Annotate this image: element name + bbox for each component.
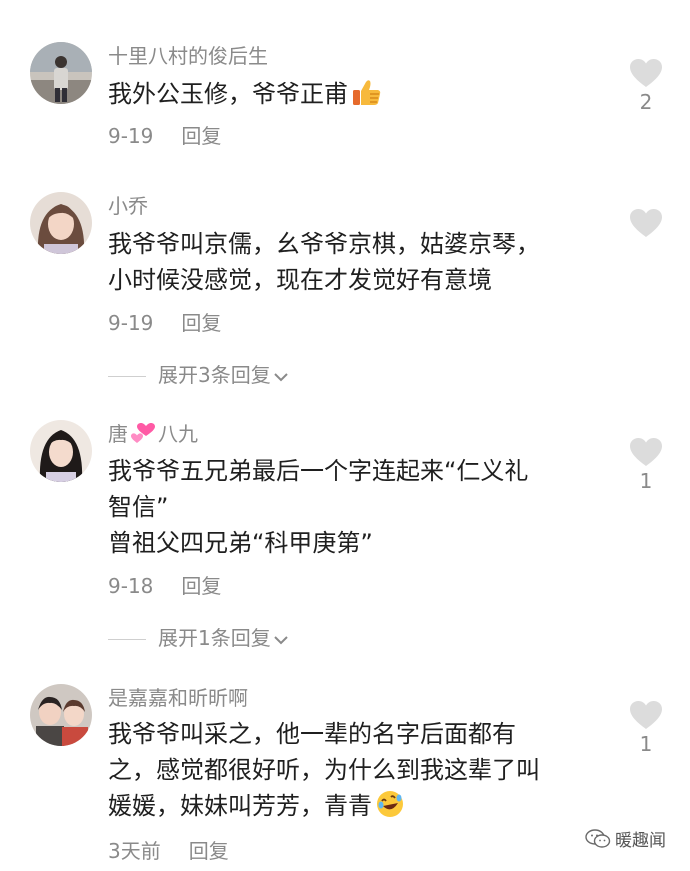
comment-line: 之，感觉都很好听，为什么到我这辈了叫 bbox=[108, 756, 540, 784]
username[interactable]: 是嘉嘉和昕昕啊 bbox=[108, 685, 248, 711]
comment-date: 9-19 bbox=[108, 311, 154, 335]
chevron-down-icon bbox=[274, 635, 288, 644]
two-hearts-icon bbox=[130, 422, 156, 450]
comment-text: 我外公玉修，爷爷正甫 bbox=[108, 76, 608, 116]
watermark: 暖趣闻 bbox=[585, 826, 666, 851]
reply-button[interactable]: 回复 bbox=[181, 311, 221, 335]
heart-icon bbox=[630, 701, 662, 729]
comment-meta: 3天前 回复 bbox=[108, 838, 229, 864]
comment-line: 我爷爷叫京儒，幺爷爷京棋，姑婆京琴， bbox=[108, 230, 540, 258]
avatar[interactable] bbox=[30, 42, 92, 104]
like-count: 1 bbox=[639, 469, 653, 493]
username-suffix: 八九 bbox=[158, 422, 198, 446]
expand-replies-label: 展开3条回复 bbox=[158, 363, 271, 387]
expand-replies-button[interactable]: 展开3条回复 bbox=[108, 362, 289, 388]
like-count bbox=[626, 240, 666, 264]
reply-button[interactable]: 回复 bbox=[189, 839, 229, 863]
reply-button[interactable]: 回复 bbox=[181, 574, 221, 598]
comment-line: 我外公玉修，爷爷正甫 bbox=[108, 80, 348, 108]
like-count: 1 bbox=[639, 732, 653, 756]
avatar[interactable] bbox=[30, 420, 92, 482]
thumbs-up-icon bbox=[352, 78, 382, 116]
chevron-down-icon bbox=[274, 372, 288, 381]
comment-text: 我爷爷叫采之，他一辈的名字后面都有 之，感觉都很好听，为什么到我这辈了叫 媛媛，… bbox=[108, 716, 608, 828]
comment-line: 我爷爷叫采之，他一辈的名字后面都有 bbox=[108, 720, 516, 748]
avatar[interactable] bbox=[30, 192, 92, 254]
like-button[interactable]: 2 bbox=[626, 58, 666, 114]
watermark-text: 暖趣闻 bbox=[615, 831, 666, 851]
rolling-laughing-icon bbox=[376, 790, 404, 828]
heart-icon bbox=[630, 438, 662, 466]
username[interactable]: 唐 八九 bbox=[108, 421, 198, 450]
divider bbox=[108, 376, 146, 377]
divider bbox=[108, 639, 146, 640]
comment-text: 我爷爷叫京儒，幺爷爷京棋，姑婆京琴， 小时候没感觉，现在才发觉好有意境 bbox=[108, 226, 608, 298]
comment-date: 9-18 bbox=[108, 574, 154, 598]
reply-button[interactable]: 回复 bbox=[181, 124, 221, 148]
heart-icon bbox=[630, 59, 662, 87]
wechat-icon bbox=[585, 828, 611, 848]
comment-line: 曾祖父四兄弟“科甲庚第” bbox=[108, 529, 373, 557]
expand-replies-button[interactable]: 展开1条回复 bbox=[108, 625, 289, 651]
like-count: 2 bbox=[639, 90, 653, 114]
username[interactable]: 小乔 bbox=[108, 193, 148, 219]
comment-meta: 9-19 回复 bbox=[108, 310, 221, 336]
expand-replies-label: 展开1条回复 bbox=[158, 626, 271, 650]
username-prefix: 唐 bbox=[108, 422, 128, 446]
comment-line: 小时候没感觉，现在才发觉好有意境 bbox=[108, 266, 492, 294]
comment-date: 9-19 bbox=[108, 124, 154, 148]
like-button[interactable] bbox=[626, 208, 666, 264]
like-button[interactable]: 1 bbox=[626, 700, 666, 756]
like-button[interactable]: 1 bbox=[626, 437, 666, 493]
comment-text: 我爷爷五兄弟最后一个字连起来“仁义礼 智信” 曾祖父四兄弟“科甲庚第” bbox=[108, 453, 608, 561]
heart-icon bbox=[630, 209, 662, 237]
comment-meta: 9-18 回复 bbox=[108, 573, 221, 599]
username[interactable]: 十里八村的俊后生 bbox=[108, 43, 268, 69]
comment-line: 媛媛，妹妹叫芳芳，青青 bbox=[108, 792, 372, 820]
avatar[interactable] bbox=[30, 684, 92, 746]
comment-line: 智信” bbox=[108, 493, 169, 521]
comment-date: 3天前 bbox=[108, 839, 161, 863]
comment-meta: 9-19 回复 bbox=[108, 123, 221, 149]
comment-line: 我爷爷五兄弟最后一个字连起来“仁义礼 bbox=[108, 457, 529, 485]
